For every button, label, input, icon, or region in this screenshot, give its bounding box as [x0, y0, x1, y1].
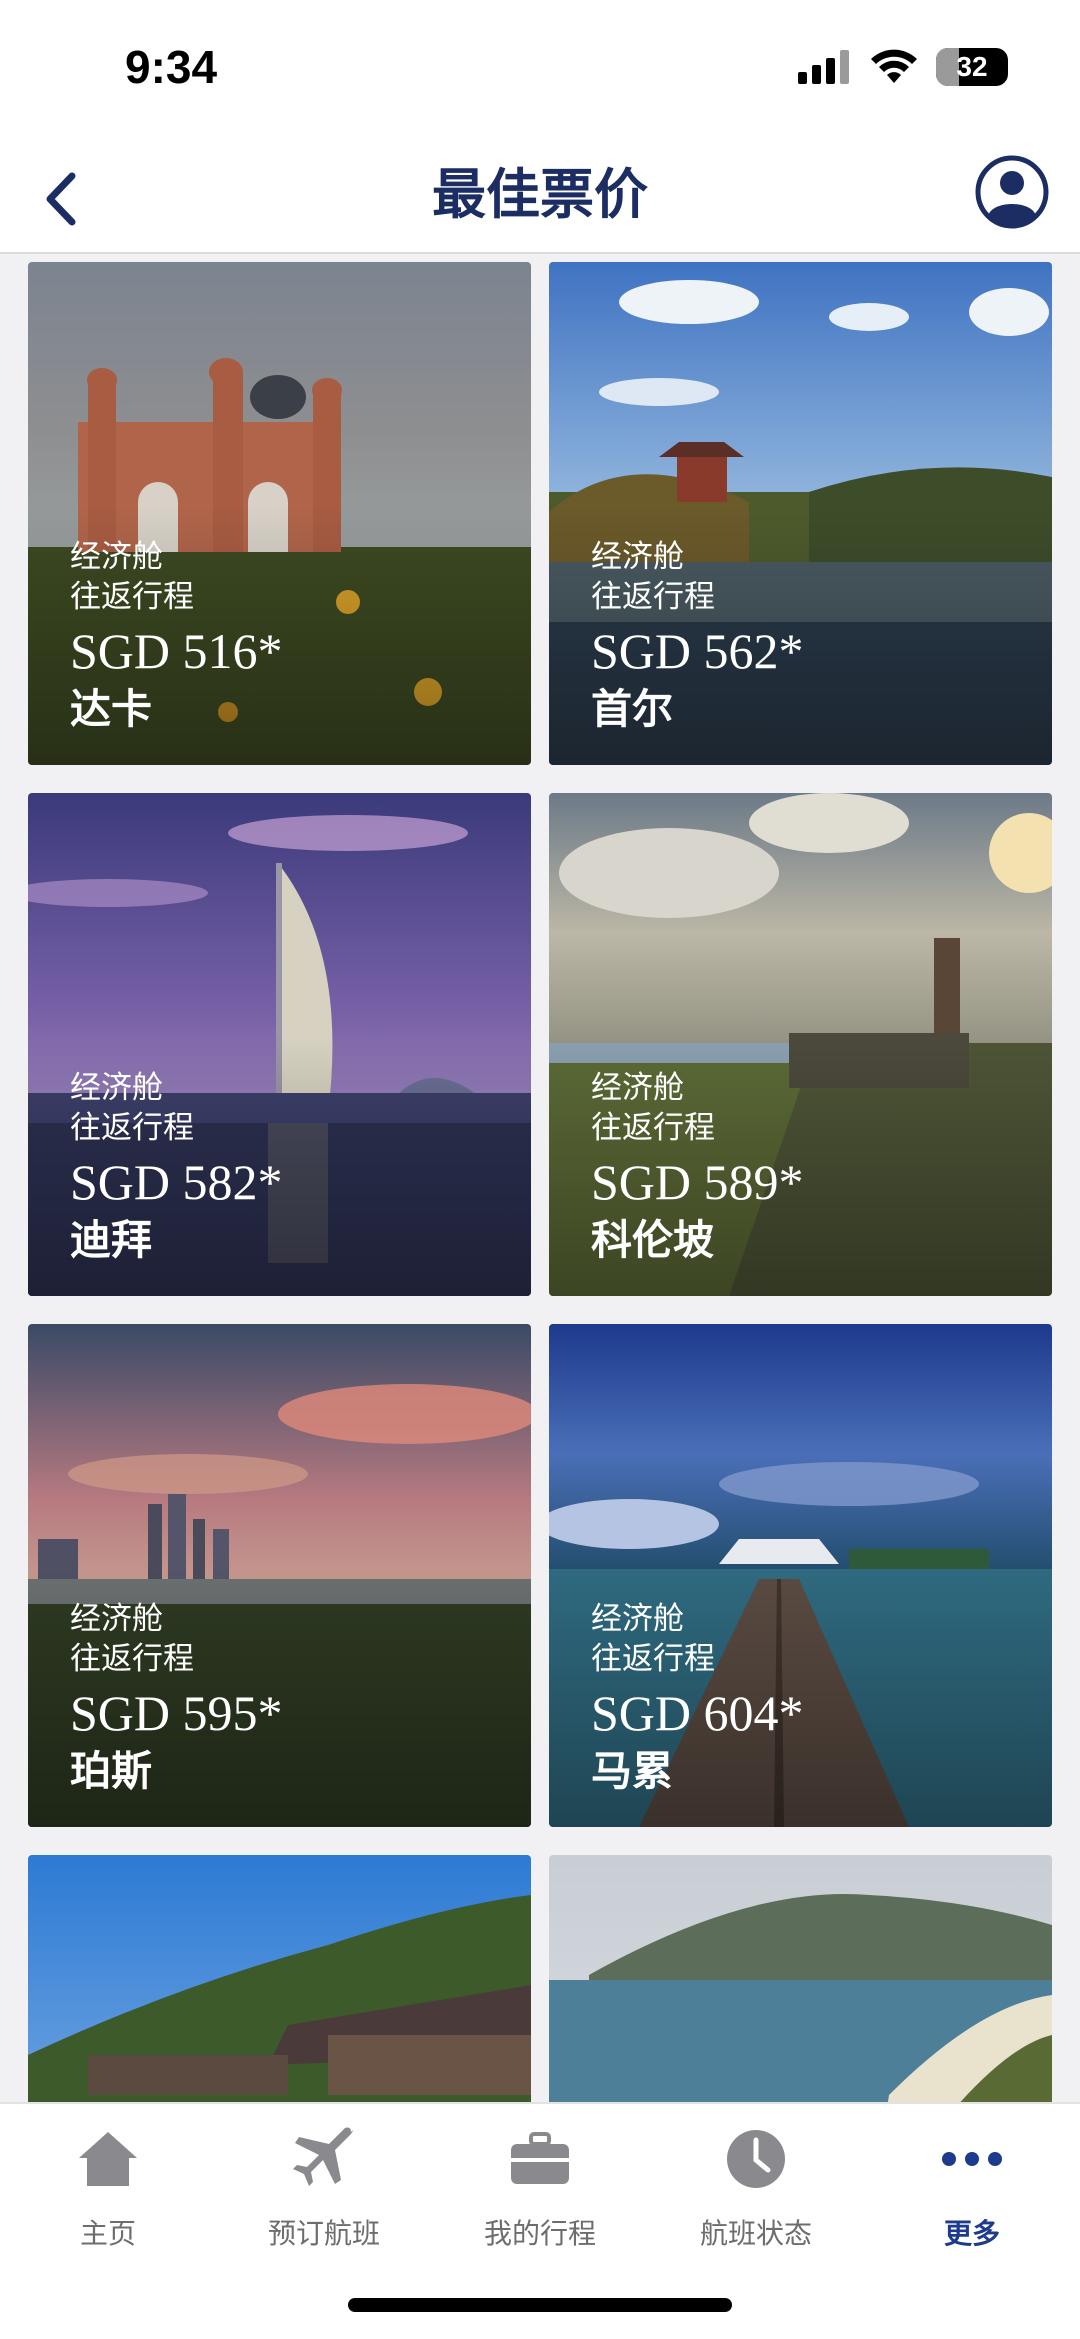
home-icon	[79, 2132, 137, 2186]
destination-city: 马累	[591, 1747, 673, 1795]
cabin-class: 经济舱	[591, 539, 684, 575]
status-icons: 32	[798, 48, 1008, 86]
home-indicator[interactable]	[348, 2298, 732, 2312]
destination-city: 珀斯	[70, 1747, 152, 1795]
tab-home[interactable]: 主页	[0, 2124, 216, 2252]
page-title: 最佳票价	[432, 163, 648, 226]
trip-type: 往返行程	[591, 1110, 715, 1146]
trip-type: 往返行程	[591, 1641, 715, 1677]
tab-label: 航班状态	[699, 2217, 812, 2250]
status-time: 9:34	[125, 41, 218, 93]
tab-my-trips[interactable]: 我的行程	[432, 2124, 648, 2252]
tab-label: 我的行程	[483, 2217, 596, 2250]
tab-book-flight[interactable]: 预订航班	[216, 2124, 432, 2252]
signal-icon	[798, 50, 849, 84]
deal-card-male[interactable]: 经济舱 往返行程 SGD 604* 马累	[549, 1324, 1052, 1827]
destination-city: 迪拜	[70, 1216, 152, 1264]
deal-card-colombo[interactable]: 经济舱 往返行程 SGD 589* 科伦坡	[549, 793, 1052, 1296]
deal-card-partial-2[interactable]	[549, 1855, 1052, 2102]
destination-city: 科伦坡	[591, 1216, 714, 1264]
deal-info: 经济舱 往返行程 SGD 589* 科伦坡	[591, 1068, 804, 1268]
deal-card-dubai[interactable]: 经济舱 往返行程 SGD 582* 迪拜	[28, 793, 531, 1296]
user-profile-icon	[975, 155, 1049, 229]
deal-info: 经济舱 往返行程 SGD 516* 达卡	[70, 537, 283, 737]
cabin-class: 经济舱	[591, 1070, 684, 1106]
trip-type: 往返行程	[70, 579, 194, 615]
destination-city: 首尔	[591, 685, 673, 733]
deals-grid: 经济舱 往返行程 SGD 516* 达卡 经济舱 往返行程 SGD 562* 首…	[28, 262, 1052, 2102]
tab-more[interactable]: 更多	[864, 2124, 1080, 2252]
deal-price: SGD 589*	[591, 1154, 804, 1210]
profile-button[interactable]	[974, 154, 1050, 230]
briefcase-icon	[511, 2132, 569, 2184]
deal-price: SGD 516*	[70, 623, 283, 679]
clock-icon	[727, 2130, 785, 2188]
trip-type: 往返行程	[591, 579, 715, 615]
tab-label: 预订航班	[267, 2217, 380, 2250]
deal-card-dhaka[interactable]: 经济舱 往返行程 SGD 516* 达卡	[28, 262, 531, 765]
tab-label: 更多	[943, 2217, 1000, 2250]
temple-destination-image	[28, 1855, 531, 2102]
airplane-icon	[293, 2127, 353, 2186]
cabin-class: 经济舱	[70, 1601, 163, 1637]
cabin-class: 经济舱	[591, 1601, 684, 1637]
wifi-icon	[871, 49, 917, 83]
deal-price: SGD 604*	[591, 1685, 804, 1741]
trip-type: 往返行程	[70, 1110, 194, 1146]
deal-card-partial-1[interactable]	[28, 1855, 531, 2102]
deal-price: SGD 562*	[591, 623, 804, 679]
deal-price: SGD 595*	[70, 1685, 283, 1741]
cabin-class: 经济舱	[70, 1070, 163, 1106]
nav-bar: 最佳票价	[0, 140, 1080, 254]
status-bar: 9:34 32	[0, 0, 1080, 140]
trip-type: 往返行程	[70, 1641, 194, 1677]
more-dots-icon	[942, 2152, 1002, 2166]
deal-card-seoul[interactable]: 经济舱 往返行程 SGD 562* 首尔	[549, 262, 1052, 765]
deal-info: 经济舱 往返行程 SGD 582* 迪拜	[70, 1068, 283, 1268]
destination-city: 达卡	[70, 685, 152, 733]
coast-destination-image	[549, 1855, 1052, 2102]
deal-info: 经济舱 往返行程 SGD 595* 珀斯	[70, 1599, 283, 1799]
deal-card-perth[interactable]: 经济舱 往返行程 SGD 595* 珀斯	[28, 1324, 531, 1827]
tab-label: 主页	[79, 2217, 136, 2250]
deal-price: SGD 582*	[70, 1154, 283, 1210]
cabin-class: 经济舱	[70, 539, 163, 575]
battery-indicator: 32	[936, 48, 1008, 86]
deal-info: 经济舱 往返行程 SGD 562* 首尔	[591, 537, 804, 737]
deal-info: 经济舱 往返行程 SGD 604* 马累	[591, 1599, 804, 1799]
battery-level-text: 32	[956, 51, 988, 82]
tab-flight-status[interactable]: 航班状态	[648, 2124, 864, 2252]
